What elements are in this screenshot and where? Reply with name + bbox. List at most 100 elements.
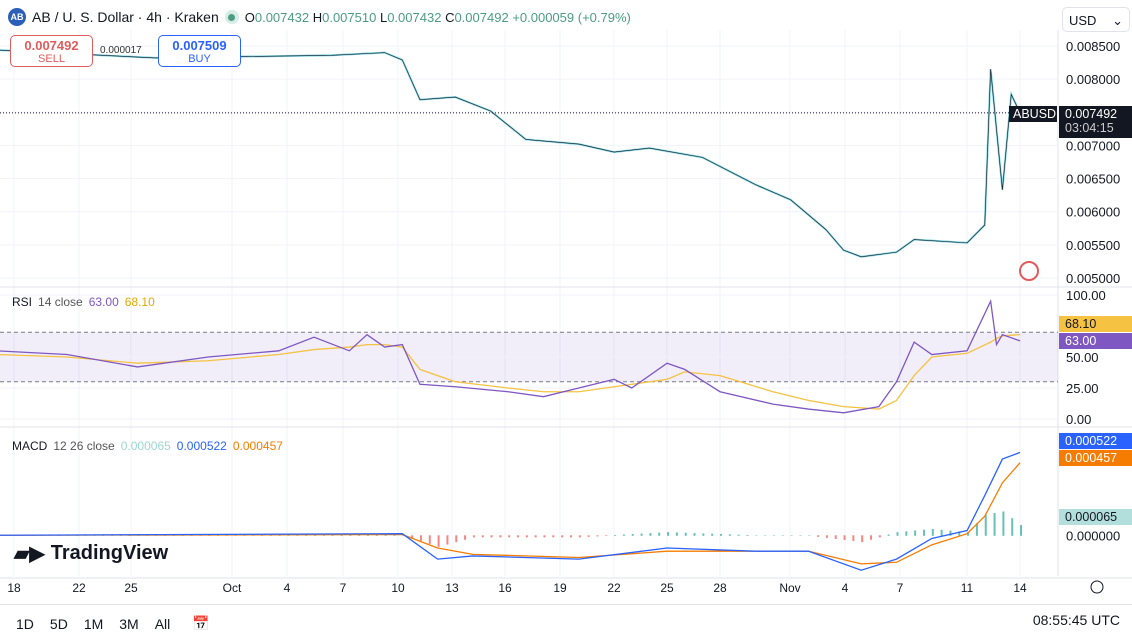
chart-header: AB AB / U. S. Dollar · 4h · Kraken O0.00… <box>8 8 631 26</box>
macd-histogram-bar <box>525 535 528 538</box>
range-1d[interactable]: 1D <box>16 616 34 632</box>
last-price-tag: 0.007492 03:04:15 <box>1059 106 1132 138</box>
buy-button[interactable]: 0.007509 BUY <box>158 35 241 67</box>
x-tick-label: 7 <box>340 581 347 595</box>
us-flag-icon <box>1019 261 1039 281</box>
clock: 08:55:45 UTC <box>1032 612 1120 628</box>
macd-histogram-bar <box>490 535 493 538</box>
calendar-icon[interactable]: 📅 <box>192 615 209 632</box>
macd-histogram-bar <box>543 535 546 538</box>
macd-histogram-bar <box>437 535 440 547</box>
macd-histogram-bar <box>631 534 634 536</box>
rsi-ma-tag: 68.10 <box>1059 316 1132 332</box>
macd-histogram-bar <box>455 535 458 543</box>
macd-histogram-bar <box>622 534 625 536</box>
settings-icon <box>1090 580 1104 594</box>
macd-histogram-bar <box>578 535 581 538</box>
macd-histogram-bar <box>781 535 784 536</box>
macd-histogram-bar <box>728 534 731 536</box>
macd-tag: 0.000522 <box>1059 433 1132 449</box>
price-tick-label: 0.007000 <box>1066 138 1120 153</box>
macd-histogram-bar <box>446 535 449 545</box>
x-tick-label: 7 <box>897 581 904 595</box>
macd-histogram-bar <box>596 535 599 537</box>
symbol-title[interactable]: AB / U. S. Dollar · 4h · Kraken <box>32 9 219 25</box>
rsi-tick-label: 50.00 <box>1066 350 1099 365</box>
macd-histogram-bar <box>552 535 555 538</box>
x-tick-label: 18 <box>7 581 21 595</box>
ab-logo-icon: AB <box>8 8 26 26</box>
x-tick-label: 11 <box>961 581 974 595</box>
macd-legend: MACD 12 26 close 0.000065 0.000522 0.000457 <box>12 439 283 453</box>
macd-histogram-bar <box>843 535 846 541</box>
currency-select[interactable]: USD ⌄ <box>1062 7 1130 32</box>
macd-histogram-bar <box>984 514 987 536</box>
macd-histogram-bar <box>711 533 714 536</box>
tv-logo-icon: ▰▶ <box>14 543 45 565</box>
macd-histogram-bar <box>764 535 767 536</box>
bottom-toolbar: 1D 5D 1M 3M All 📅 <box>0 604 1132 642</box>
macd-histogram-bar <box>428 535 431 544</box>
macd-histogram-bar <box>940 529 943 536</box>
macd-histogram-bar <box>561 535 564 538</box>
price-line <box>0 49 1021 258</box>
macd-histogram-bar <box>472 535 475 538</box>
rsi-tick-label: 25.00 <box>1066 381 1099 396</box>
macd-histogram-bar <box>852 535 855 542</box>
price-tick-label: 0.008000 <box>1066 72 1120 87</box>
macd-histogram-bar <box>667 532 670 536</box>
x-tick-label: 22 <box>607 581 621 595</box>
range-3m[interactable]: 3M <box>119 616 138 632</box>
macd-histogram-bar <box>499 535 502 538</box>
macd-histogram-bar <box>684 532 687 536</box>
macd-histogram-bar <box>887 534 890 536</box>
macd-histogram-bar <box>790 535 793 536</box>
macd-histogram-bar <box>825 535 828 538</box>
macd-histogram-bar <box>605 535 608 536</box>
macd-histogram-bar <box>693 533 696 536</box>
range-1m[interactable]: 1M <box>84 616 103 632</box>
macd-histogram-bar <box>1011 518 1014 536</box>
macd-histogram-bar <box>464 535 467 540</box>
spread-value: 0.000017 <box>100 45 142 56</box>
x-tick-label: 16 <box>498 581 512 595</box>
macd-histogram-bar <box>817 535 820 537</box>
symbol-price-label: ABUSD <box>1009 106 1057 122</box>
macd-histogram-bar <box>481 535 484 538</box>
price-line-dark <box>0 49 1021 258</box>
rsi-legend: RSI 14 close 63.00 68.10 <box>12 295 155 309</box>
price-tick-label: 0.005500 <box>1066 238 1120 253</box>
macd-histogram-bar <box>799 535 802 536</box>
macd-histogram-bar <box>861 535 864 543</box>
price-tick-label: 0.008500 <box>1066 39 1120 54</box>
macd-histogram-bar <box>658 532 661 536</box>
price-tick-label: 0.006000 <box>1066 205 1120 220</box>
macd-histogram-bar <box>914 530 917 536</box>
range-all[interactable]: All <box>155 616 171 632</box>
x-tick-label: 13 <box>445 581 459 595</box>
ohlc-values: O0.007432 H0.007510 L0.007432 C0.007492 … <box>244 9 631 25</box>
macd-histogram-bar <box>922 529 925 536</box>
macd-histogram-bar <box>755 535 758 536</box>
market-status-icon <box>224 10 239 24</box>
macd-tick-label: 0.000000 <box>1066 528 1120 543</box>
chart-canvas[interactable]: 18 22 25 Oct 4 7 10 13 16 19 22 25 28 Nov 4 7 11 14 0.0085… <box>0 0 1132 642</box>
macd-histogram-bar <box>534 535 537 538</box>
x-tick-label: 22 <box>72 581 86 595</box>
x-tick-label: 4 <box>842 581 849 595</box>
tradingview-logo[interactable]: ▰▶ TradingView <box>14 541 168 566</box>
signal-tag: 0.000457 <box>1059 450 1132 466</box>
macd-histogram-bar <box>419 535 422 541</box>
macd-histogram-bar <box>614 534 617 536</box>
macd-histogram-bar <box>931 528 934 536</box>
macd-histogram-bar <box>905 531 908 536</box>
rsi-value-tag: 63.00 <box>1059 333 1132 349</box>
sell-button[interactable]: 0.007492 SELL <box>10 35 93 67</box>
macd-histogram-bar <box>702 533 705 536</box>
range-5d[interactable]: 5D <box>50 616 68 632</box>
macd-histogram-bar <box>675 532 678 536</box>
x-tick-label: 14 <box>1013 581 1027 595</box>
x-tick-label: 25 <box>124 581 138 595</box>
x-tick-label: 10 <box>391 581 405 595</box>
macd-histogram-bar <box>870 535 873 540</box>
